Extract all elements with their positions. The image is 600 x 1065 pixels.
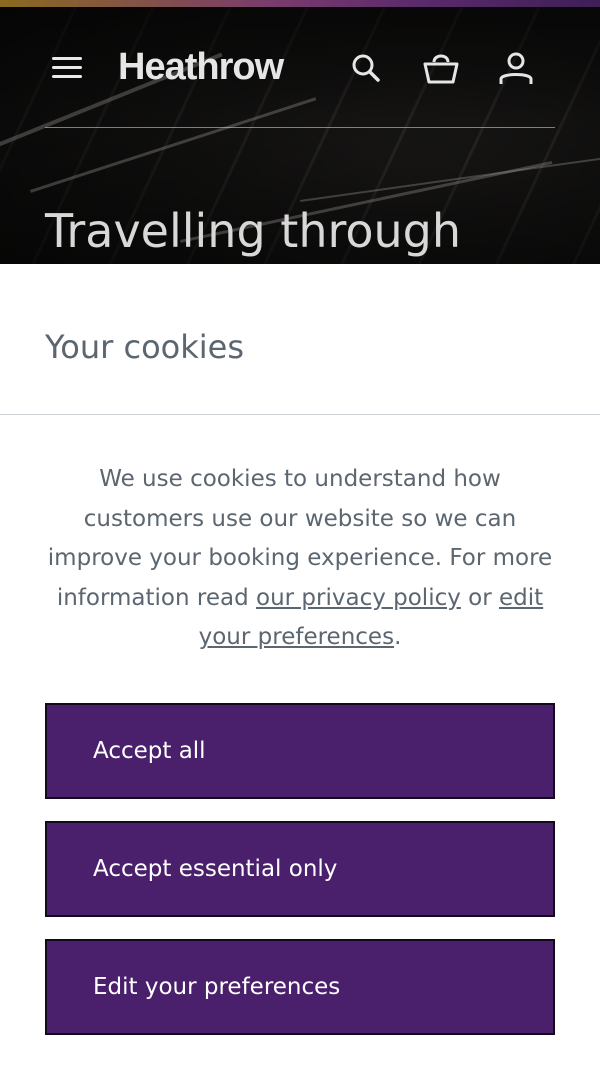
cookie-description-end: . — [394, 624, 402, 650]
site-header: Heathrow — [0, 40, 600, 96]
privacy-policy-link[interactable]: our privacy policy — [256, 585, 461, 611]
accept-all-button[interactable]: Accept all — [45, 703, 555, 799]
ceiling-beam — [300, 155, 600, 202]
cookie-consent-panel: Your cookies We use cookies to understan… — [0, 264, 600, 1065]
hero-banner: Heathrow Travelling through — [0, 0, 600, 265]
cookie-divider — [0, 414, 600, 415]
heathrow-logo[interactable]: Heathrow — [118, 42, 284, 92]
hero-title: Travelling through — [45, 204, 462, 258]
accept-essential-button[interactable]: Accept essential only — [45, 821, 555, 917]
account-icon[interactable] — [496, 48, 536, 88]
header-divider — [45, 127, 555, 128]
brand-color-strip — [0, 0, 600, 7]
cookie-description: We use cookies to understand how custome… — [40, 460, 560, 658]
edit-preferences-button[interactable]: Edit your preferences — [45, 939, 555, 1035]
basket-icon[interactable] — [421, 48, 461, 88]
search-icon[interactable] — [346, 48, 386, 88]
cookie-title: Your cookies — [45, 328, 245, 366]
cookie-description-connector: or — [460, 584, 499, 611]
menu-icon[interactable] — [50, 55, 84, 81]
